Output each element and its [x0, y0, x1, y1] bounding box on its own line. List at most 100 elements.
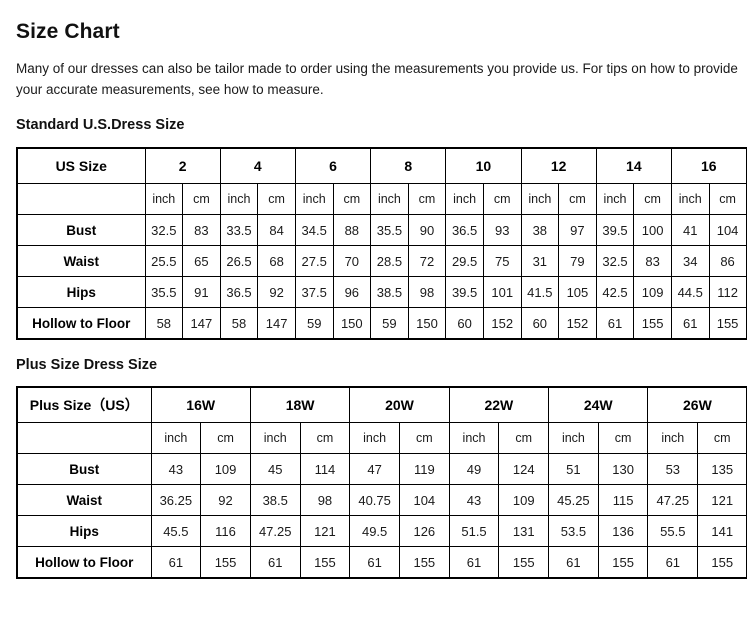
standard-corner-header: US Size: [16, 147, 146, 184]
standard-section-heading: Standard U.S.Dress Size: [16, 117, 185, 133]
plus-unit-inch: inch: [548, 422, 599, 454]
standard-row-label-hips: Hips: [16, 276, 146, 308]
measurement-cell: 35.5: [370, 214, 409, 246]
standard-unit-cm: cm: [332, 183, 372, 215]
measurement-cell: 51.5: [448, 515, 500, 547]
plus-section-heading: Plus Size Dress Size: [16, 357, 158, 373]
plus-unit-inch: inch: [349, 422, 400, 454]
standard-unit-cm: cm: [407, 183, 447, 215]
standard-unit-cm: cm: [708, 183, 747, 215]
plus-unit-cm: cm: [498, 422, 550, 454]
table-row: Hollow to Floor 61 155 61 155 61 155 61 155 61 155…: [16, 546, 747, 579]
table-row: Hips 35.5 91 36.5 92 37.5 96 38.5 98 39.5 101 41.5 1…: [16, 276, 747, 308]
measurement-cell: 65: [182, 245, 221, 277]
measurement-cell: 150: [407, 307, 447, 340]
measurement-cell: 31: [520, 245, 560, 277]
standard-size-table: US Size 2 4 6 8 10 12 14 16 inch cm inch cm inch cm inc…: [16, 147, 747, 340]
measurement-cell: 59: [294, 307, 334, 340]
measurement-cell: 141: [697, 515, 747, 547]
measurement-cell: 131: [498, 515, 550, 547]
measurement-cell: 42.5: [595, 276, 635, 308]
plus-row-label-waist: Waist: [16, 484, 152, 516]
standard-unit-row: inch cm inch cm inch cm inch cm inch cm inch cm inch…: [16, 183, 747, 215]
measurement-cell: 75: [482, 245, 522, 277]
plus-unit-inch: inch: [647, 422, 699, 454]
measurement-cell: 155: [398, 546, 450, 579]
standard-unit-cm: cm: [482, 183, 522, 215]
measurement-cell: 79: [558, 245, 597, 277]
plus-row-label-hips: Hips: [16, 515, 152, 547]
measurement-cell: 43: [150, 453, 202, 485]
standard-unit-cm: cm: [558, 183, 597, 215]
standard-size-header-12: 12: [520, 147, 597, 184]
standard-unit-inch: inch: [595, 183, 635, 215]
measurement-cell: 32.5: [144, 214, 184, 246]
measurement-cell: 152: [482, 307, 522, 340]
plus-corner-header: Plus Size（US）: [16, 386, 152, 423]
plus-header-row: Plus Size（US） 16W 18W 20W 22W 24W 26W: [16, 386, 747, 423]
standard-size-header-8: 8: [370, 147, 447, 184]
standard-unit-inch: inch: [520, 183, 560, 215]
measurement-cell: 109: [200, 453, 251, 485]
standard-row-label-waist: Waist: [16, 245, 146, 277]
measurement-cell: 47.25: [249, 515, 301, 547]
measurement-cell: 38.5: [249, 484, 301, 516]
measurement-cell: 96: [332, 276, 372, 308]
measurement-cell: 59: [370, 307, 409, 340]
plus-size-header-20w: 20W: [349, 386, 450, 423]
measurement-cell: 47: [349, 453, 400, 485]
measurement-cell: 39.5: [445, 276, 484, 308]
measurement-cell: 155: [299, 546, 351, 579]
measurement-cell: 155: [633, 307, 672, 340]
measurement-cell: 51: [548, 453, 599, 485]
standard-size-header-4: 4: [219, 147, 296, 184]
standard-row-label-bust: Bust: [16, 214, 146, 246]
measurement-cell: 109: [498, 484, 550, 516]
measurement-cell: 36.5: [219, 276, 259, 308]
measurement-cell: 97: [558, 214, 597, 246]
measurement-cell: 58: [144, 307, 184, 340]
measurement-cell: 93: [482, 214, 522, 246]
measurement-cell: 55.5: [647, 515, 699, 547]
measurement-cell: 147: [257, 307, 296, 340]
measurement-cell: 60: [520, 307, 560, 340]
measurement-cell: 25.5: [144, 245, 184, 277]
measurement-cell: 124: [498, 453, 550, 485]
measurement-cell: 121: [697, 484, 747, 516]
measurement-cell: 92: [200, 484, 251, 516]
measurement-cell: 61: [670, 307, 710, 340]
measurement-cell: 38: [520, 214, 560, 246]
standard-unit-cm: cm: [633, 183, 672, 215]
standard-size-header-2: 2: [144, 147, 221, 184]
measurement-cell: 60: [445, 307, 484, 340]
plus-unit-cm: cm: [299, 422, 351, 454]
measurement-cell: 86: [708, 245, 747, 277]
measurement-cell: 61: [647, 546, 699, 579]
measurement-cell: 119: [398, 453, 450, 485]
measurement-cell: 116: [200, 515, 251, 547]
standard-unit-inch: inch: [445, 183, 484, 215]
measurement-cell: 49.5: [349, 515, 400, 547]
plus-unit-cm: cm: [200, 422, 251, 454]
measurement-cell: 41: [670, 214, 710, 246]
plus-size-header-24w: 24W: [548, 386, 649, 423]
standard-unit-cm: cm: [257, 183, 296, 215]
measurement-cell: 61: [595, 307, 635, 340]
measurement-cell: 41.5: [520, 276, 560, 308]
measurement-cell: 36.25: [150, 484, 202, 516]
measurement-cell: 61: [448, 546, 500, 579]
plus-unit-row: inch cm inch cm inch cm inch cm inch cm inch cm: [16, 422, 747, 454]
plus-unit-row-blank: [16, 422, 152, 454]
measurement-cell: 135: [697, 453, 747, 485]
measurement-cell: 104: [708, 214, 747, 246]
plus-unit-cm: cm: [398, 422, 450, 454]
plus-size-header-18w: 18W: [249, 386, 351, 423]
measurement-cell: 68: [257, 245, 296, 277]
measurement-cell: 70: [332, 245, 372, 277]
measurement-cell: 150: [332, 307, 372, 340]
measurement-cell: 43: [448, 484, 500, 516]
measurement-cell: 45.25: [548, 484, 599, 516]
measurement-cell: 98: [407, 276, 447, 308]
table-row: Hollow to Floor 58 147 58 147 59 150 59 150 60 152…: [16, 307, 747, 340]
measurement-cell: 126: [398, 515, 450, 547]
